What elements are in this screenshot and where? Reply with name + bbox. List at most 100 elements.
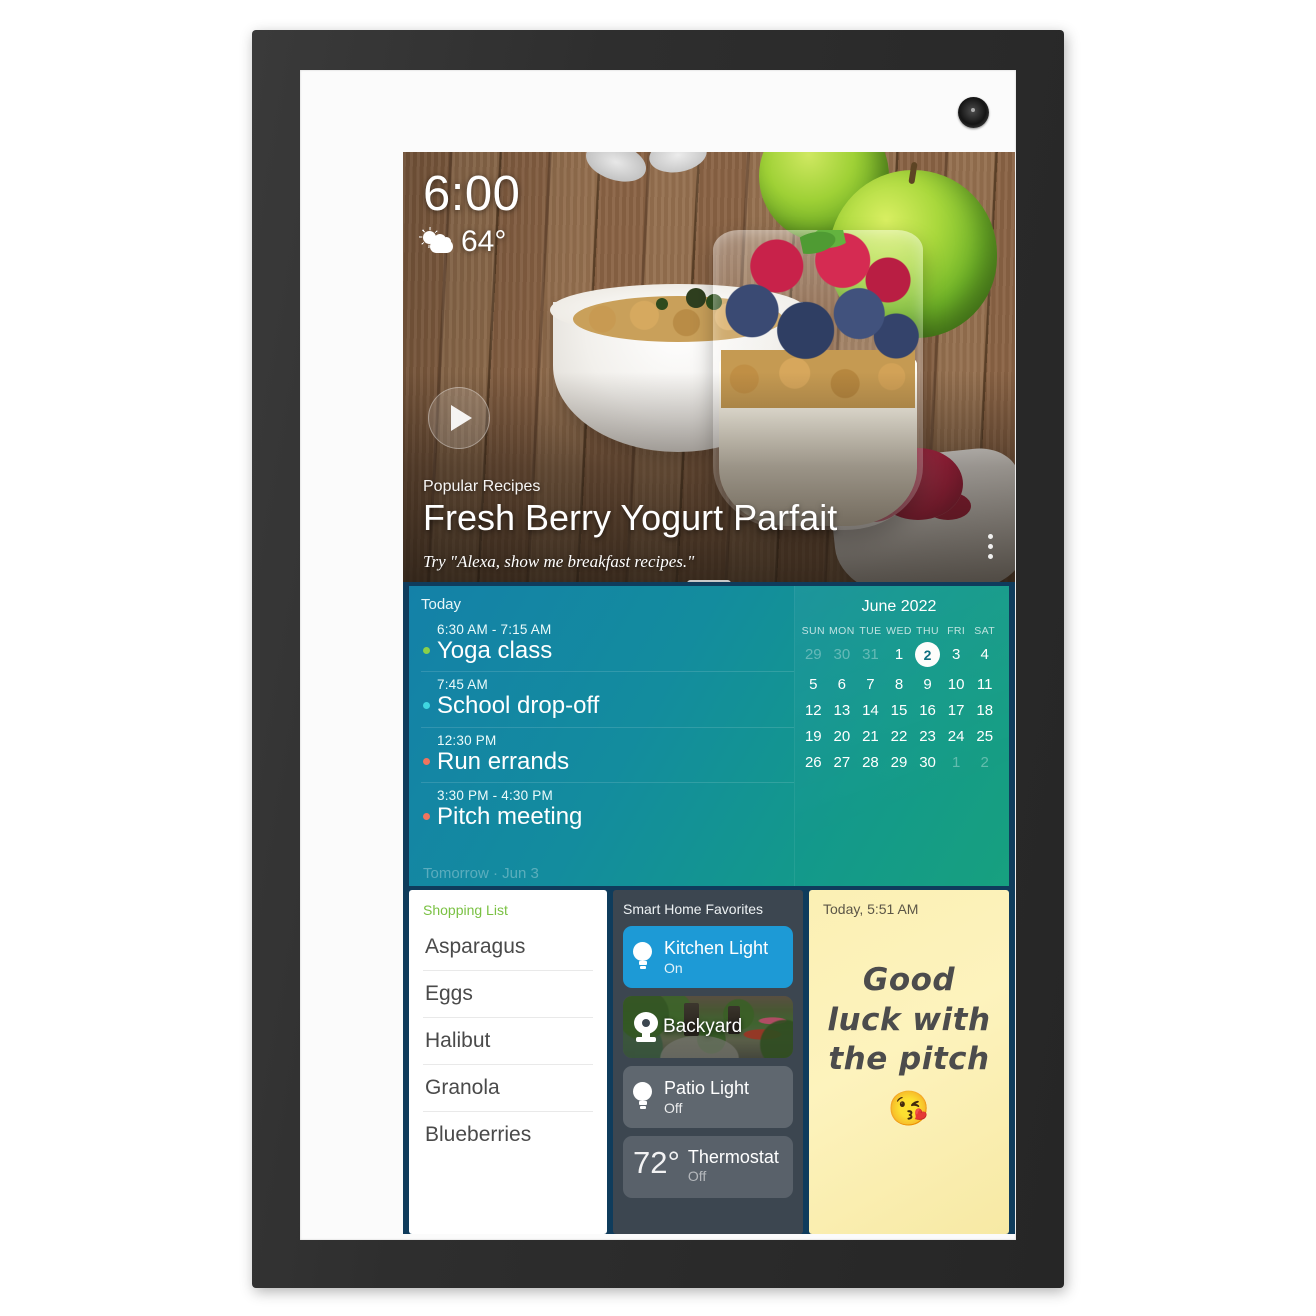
calendar-title: June 2022: [861, 598, 937, 615]
calendar-day[interactable]: 11: [970, 676, 999, 693]
calendar-day[interactable]: 24: [942, 728, 971, 745]
smart-home-widget[interactable]: Smart Home Favorites Kitchen Light On Back…: [613, 890, 803, 1234]
calendar-day[interactable]: 20: [828, 728, 857, 745]
calendar-grid: SUN MON TUE WED THU FRI SAT 29 30 31 1 2 3 4 5 6 7 8 9 10 11…: [799, 625, 999, 771]
device-name: Kitchen Light: [664, 938, 769, 959]
calendar-day[interactable]: 30: [828, 646, 857, 667]
partly-cloudy-icon: [423, 231, 453, 253]
calendar-day[interactable]: 18: [970, 702, 999, 719]
echo-show-device: 6:00 64° Popular Recipes Fresh Berry Yog…: [252, 30, 1064, 1288]
calendar-day[interactable]: 14: [856, 702, 885, 719]
shopping-list-item[interactable]: Halibut: [423, 1018, 593, 1065]
calendar-weekday: THU: [916, 625, 939, 637]
calendar-day[interactable]: 22: [885, 728, 914, 745]
note-text: Good luck with the pitch: [827, 962, 991, 1078]
event-name: Pitch meeting: [437, 803, 583, 831]
smart-home-camera-tile[interactable]: Backyard: [623, 996, 793, 1058]
agenda-event[interactable]: 12:30 PM Run errands: [421, 726, 794, 782]
agenda-event[interactable]: 7:45 AM School drop-off: [421, 671, 794, 726]
agenda-event[interactable]: 3:30 PM - 4:30 PM Pitch meeting: [421, 782, 794, 837]
event-time: 12:30 PM: [437, 732, 497, 748]
agenda-events: 6:30 AM - 7:15 AM Yoga class 7:45 AM School…: [421, 617, 794, 838]
lightbulb-icon: [633, 1082, 655, 1112]
calendar-day[interactable]: 12: [799, 702, 828, 719]
shopping-list-item[interactable]: Eggs: [423, 971, 593, 1018]
thermostat-temperature: 72°: [633, 1145, 680, 1180]
more-vertical-icon[interactable]: [988, 534, 993, 564]
calendar-day[interactable]: 29: [885, 754, 914, 771]
event-time: 3:30 PM - 4:30 PM: [437, 788, 553, 804]
recipe-text-block: Popular Recipes Fresh Berry Yogurt Parfa…: [423, 478, 995, 572]
device-state: On: [664, 959, 683, 976]
device-state: Off: [687, 1168, 707, 1185]
smart-home-thermostat-tile[interactable]: 72° Thermostat Off: [623, 1136, 793, 1198]
status-overlay: 6:00 64°: [423, 170, 520, 257]
calendar-day[interactable]: 21: [856, 728, 885, 745]
shopping-list-items: Asparagus Eggs Halibut Granola Blueberries: [423, 924, 593, 1158]
agenda-list[interactable]: Today 6:30 AM - 7:15 AM Yoga class 7:45 AM…: [409, 586, 794, 886]
smart-home-light-tile[interactable]: Kitchen Light On: [623, 926, 793, 988]
event-dot: [423, 647, 430, 654]
calendar-day-selected[interactable]: 2: [913, 642, 942, 667]
calendar-day[interactable]: 26: [799, 754, 828, 771]
calendar-day[interactable]: 4: [970, 646, 999, 667]
calendar-day[interactable]: 17: [942, 702, 971, 719]
calendar-day[interactable]: 25: [970, 728, 999, 745]
sticky-note-widget[interactable]: Today, 5:51 AM Good luck with the pitch …: [809, 890, 1009, 1234]
device-name: Thermostat: [687, 1147, 779, 1167]
drag-handle-icon[interactable]: [687, 580, 731, 582]
alexa-hint: Try "Alexa, show me breakfast recipes.": [423, 552, 695, 571]
calendar-day[interactable]: 13: [828, 702, 857, 719]
event-time: 6:30 AM - 7:15 AM: [437, 622, 552, 637]
calendar-day[interactable]: 1: [942, 754, 971, 771]
event-dot: [423, 702, 430, 710]
smart-home-devices: Kitchen Light On Backyard Patio Light Off 72°…: [623, 926, 793, 1198]
event-dot: [423, 813, 430, 821]
agenda-footer: Tomorrow · Jun 3: [423, 865, 539, 882]
calendar-day[interactable]: 8: [885, 676, 914, 693]
shopping-list-title: Shopping List: [423, 902, 508, 918]
camera-label: Backyard: [663, 1016, 743, 1037]
calendar-day[interactable]: 29: [799, 646, 828, 667]
calendar-weekday: SAT: [974, 625, 996, 637]
calendar-day[interactable]: 1: [885, 646, 914, 667]
calendar-day[interactable]: 10: [942, 676, 971, 693]
device-name: Patio Light: [664, 1078, 750, 1099]
agenda-event[interactable]: 6:30 AM - 7:15 AM Yoga class: [421, 617, 794, 671]
lightbulb-icon: [633, 942, 655, 972]
event-dot: [423, 757, 430, 765]
calendar-day[interactable]: 15: [885, 702, 914, 719]
calendar-day[interactable]: 23: [913, 728, 942, 745]
calendar-widget[interactable]: June 2022 SUN MON TUE WED THU FRI SAT 29 30 31 1 2 3…: [794, 586, 1009, 886]
calendar-weekday: SUN: [801, 625, 825, 637]
calendar-day[interactable]: 30: [913, 754, 942, 771]
calendar-day[interactable]: 9: [913, 676, 942, 693]
event-time: 7:45 AM: [437, 677, 488, 693]
shopping-list-widget[interactable]: Shopping List Asparagus Eggs Halibut Granol…: [409, 890, 607, 1234]
shopping-list-item[interactable]: Asparagus: [423, 924, 593, 971]
calendar-day[interactable]: 31: [856, 646, 885, 667]
widget-row: Shopping List Asparagus Eggs Halibut Granol…: [409, 890, 1009, 1234]
calendar-day[interactable]: 6: [828, 676, 857, 693]
play-icon[interactable]: [428, 387, 490, 449]
calendar-day[interactable]: 2: [970, 754, 999, 771]
calendar-day[interactable]: 28: [856, 754, 885, 771]
recipe-title: Fresh Berry Yogurt Parfait: [423, 496, 838, 538]
recipe-hero-card[interactable]: 6:00 64° Popular Recipes Fresh Berry Yog…: [403, 152, 1015, 582]
agenda-header: Today: [421, 596, 462, 613]
calendar-day[interactable]: 27: [828, 754, 857, 771]
calendar-day[interactable]: 7: [856, 676, 885, 693]
temperature: 64°: [461, 225, 507, 258]
shopping-list-item[interactable]: Granola: [423, 1065, 593, 1112]
shopping-list-item[interactable]: Blueberries: [423, 1112, 593, 1158]
calendar-day[interactable]: 19: [799, 728, 828, 745]
event-name: School drop-off: [437, 692, 600, 720]
smart-home-title: Smart Home Favorites: [623, 901, 764, 917]
device-screen: 6:00 64° Popular Recipes Fresh Berry Yog…: [403, 152, 1015, 1234]
calendar-day[interactable]: 16: [913, 702, 942, 719]
calendar-weekday: MON: [829, 625, 855, 637]
calendar-day[interactable]: 5: [799, 676, 828, 693]
weather-row[interactable]: 64°: [423, 227, 520, 257]
smart-home-light-tile[interactable]: Patio Light Off: [623, 1066, 793, 1128]
calendar-day[interactable]: 3: [942, 646, 971, 667]
